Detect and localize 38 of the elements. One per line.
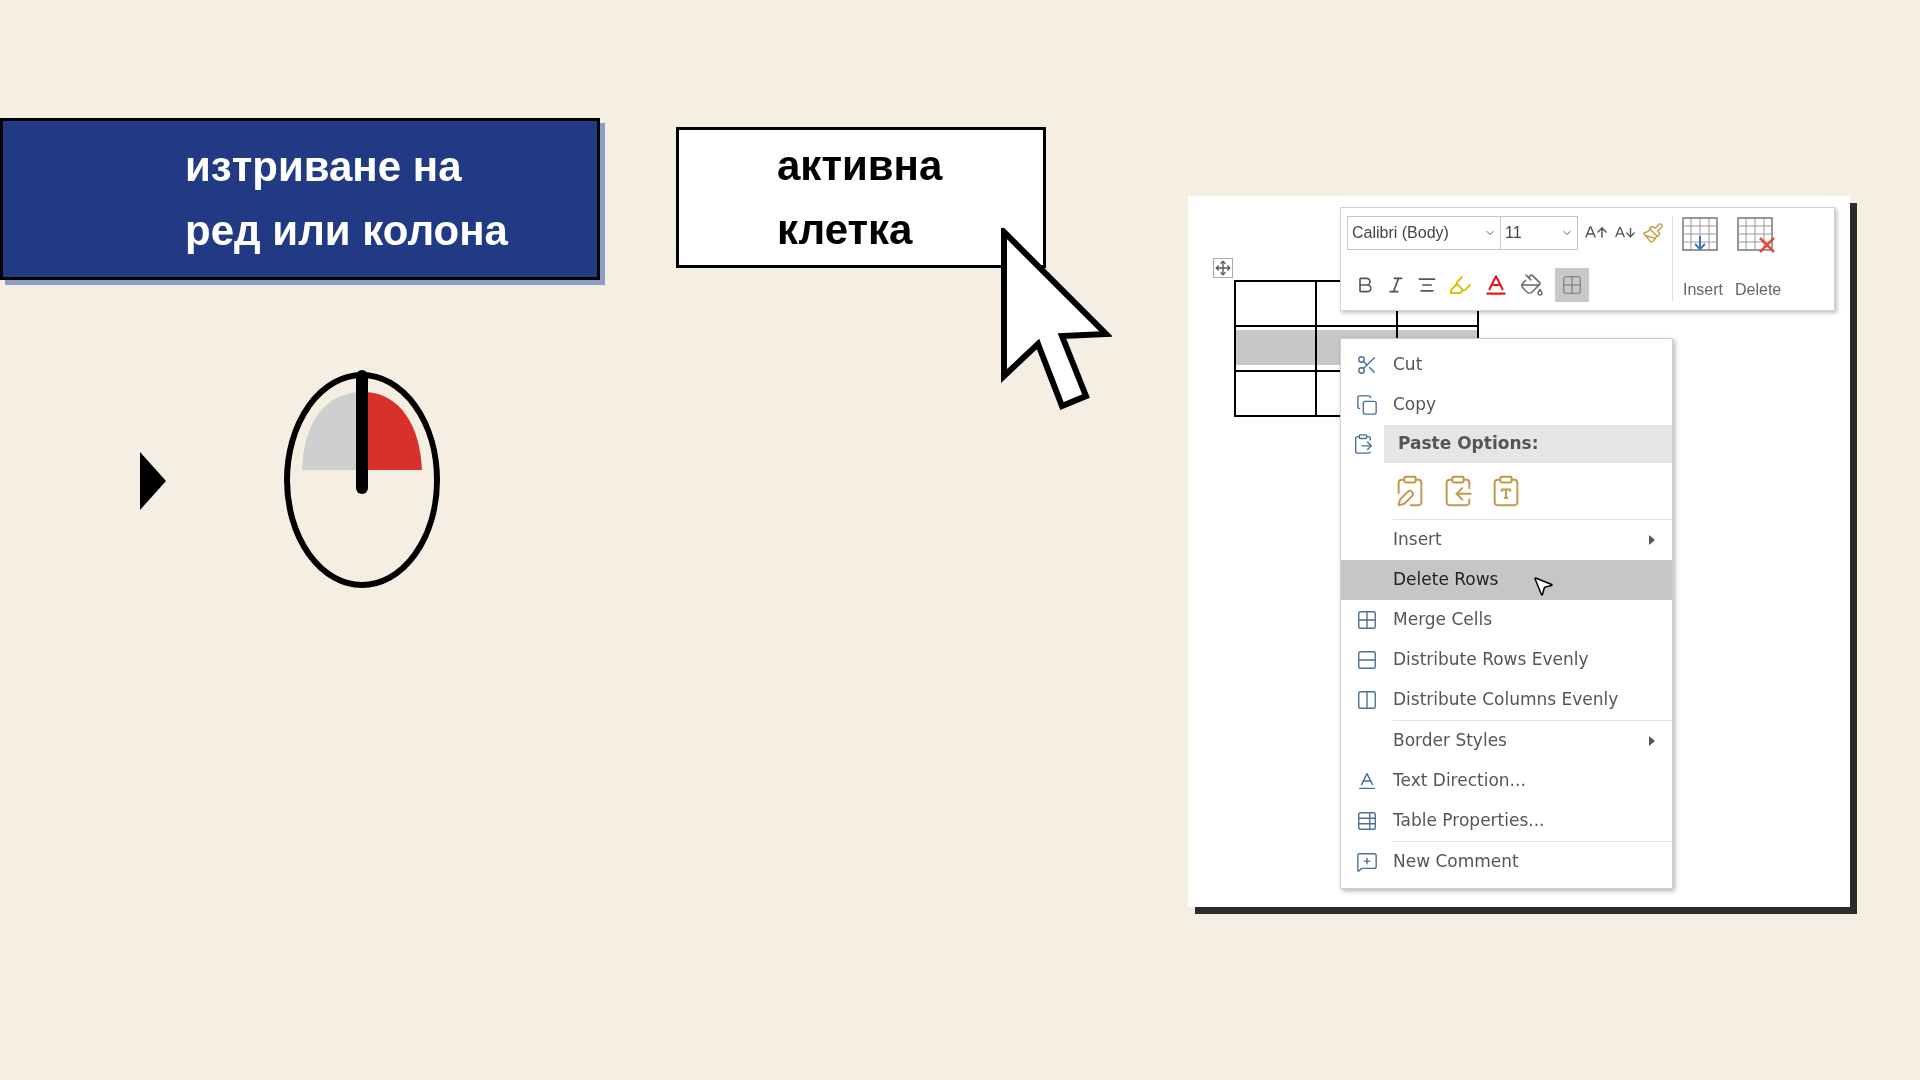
paint-bucket-icon[interactable] (1520, 273, 1544, 297)
menu-item[interactable]: Distribute Rows Evenly (1341, 640, 1672, 680)
menu-item[interactable]: Copy (1341, 385, 1672, 425)
italic-icon[interactable] (1386, 275, 1406, 295)
menu-item[interactable]: Cut (1341, 345, 1672, 385)
callout-text: активна (777, 140, 944, 191)
table-move-handle-icon[interactable] (1213, 258, 1233, 278)
play-triangle-icon (140, 452, 166, 510)
menu-item[interactable]: Text Direction... (1341, 761, 1672, 801)
table-icon (1356, 810, 1378, 832)
banner-text: ред или колона (185, 206, 509, 256)
comment-icon (1356, 851, 1378, 873)
scissors-icon (1356, 354, 1378, 376)
callout-text: клетка (777, 204, 914, 255)
banner-text: изтриване на (185, 142, 463, 192)
menu-item[interactable]: Delete Rows (1341, 560, 1672, 600)
font-dropdown[interactable]: Calibri (Body) (1347, 216, 1501, 250)
menu-header: Paste Options: (1384, 425, 1672, 463)
paintbrush-icon[interactable] (1642, 222, 1664, 244)
menu-item[interactable]: Merge Cells (1341, 600, 1672, 640)
columns-icon (1356, 689, 1378, 711)
menu-item[interactable]: Table Properties... (1341, 801, 1672, 841)
toolbar-button[interactable]: Delete (1735, 216, 1782, 302)
menu-item[interactable]: Insert (1341, 520, 1672, 560)
menu-item[interactable]: New Comment (1341, 842, 1672, 882)
menu-item[interactable]: Border Styles (1341, 721, 1672, 761)
grid-icon (1356, 609, 1378, 631)
menu-item[interactable]: Distribute Columns Evenly (1341, 680, 1672, 720)
rows-icon (1356, 649, 1378, 671)
submenu-arrow-icon (1648, 735, 1656, 747)
text-direction-icon (1356, 770, 1378, 792)
submenu-arrow-icon (1648, 534, 1656, 546)
size-dropdown[interactable]: 11 (1500, 216, 1578, 250)
font-color-icon[interactable] (1483, 272, 1509, 298)
toolbar-button[interactable]: Insert (1681, 216, 1725, 302)
copy-icon (1356, 394, 1378, 416)
pointer-icon (1531, 574, 1555, 598)
align-center-icon[interactable] (1417, 275, 1437, 295)
